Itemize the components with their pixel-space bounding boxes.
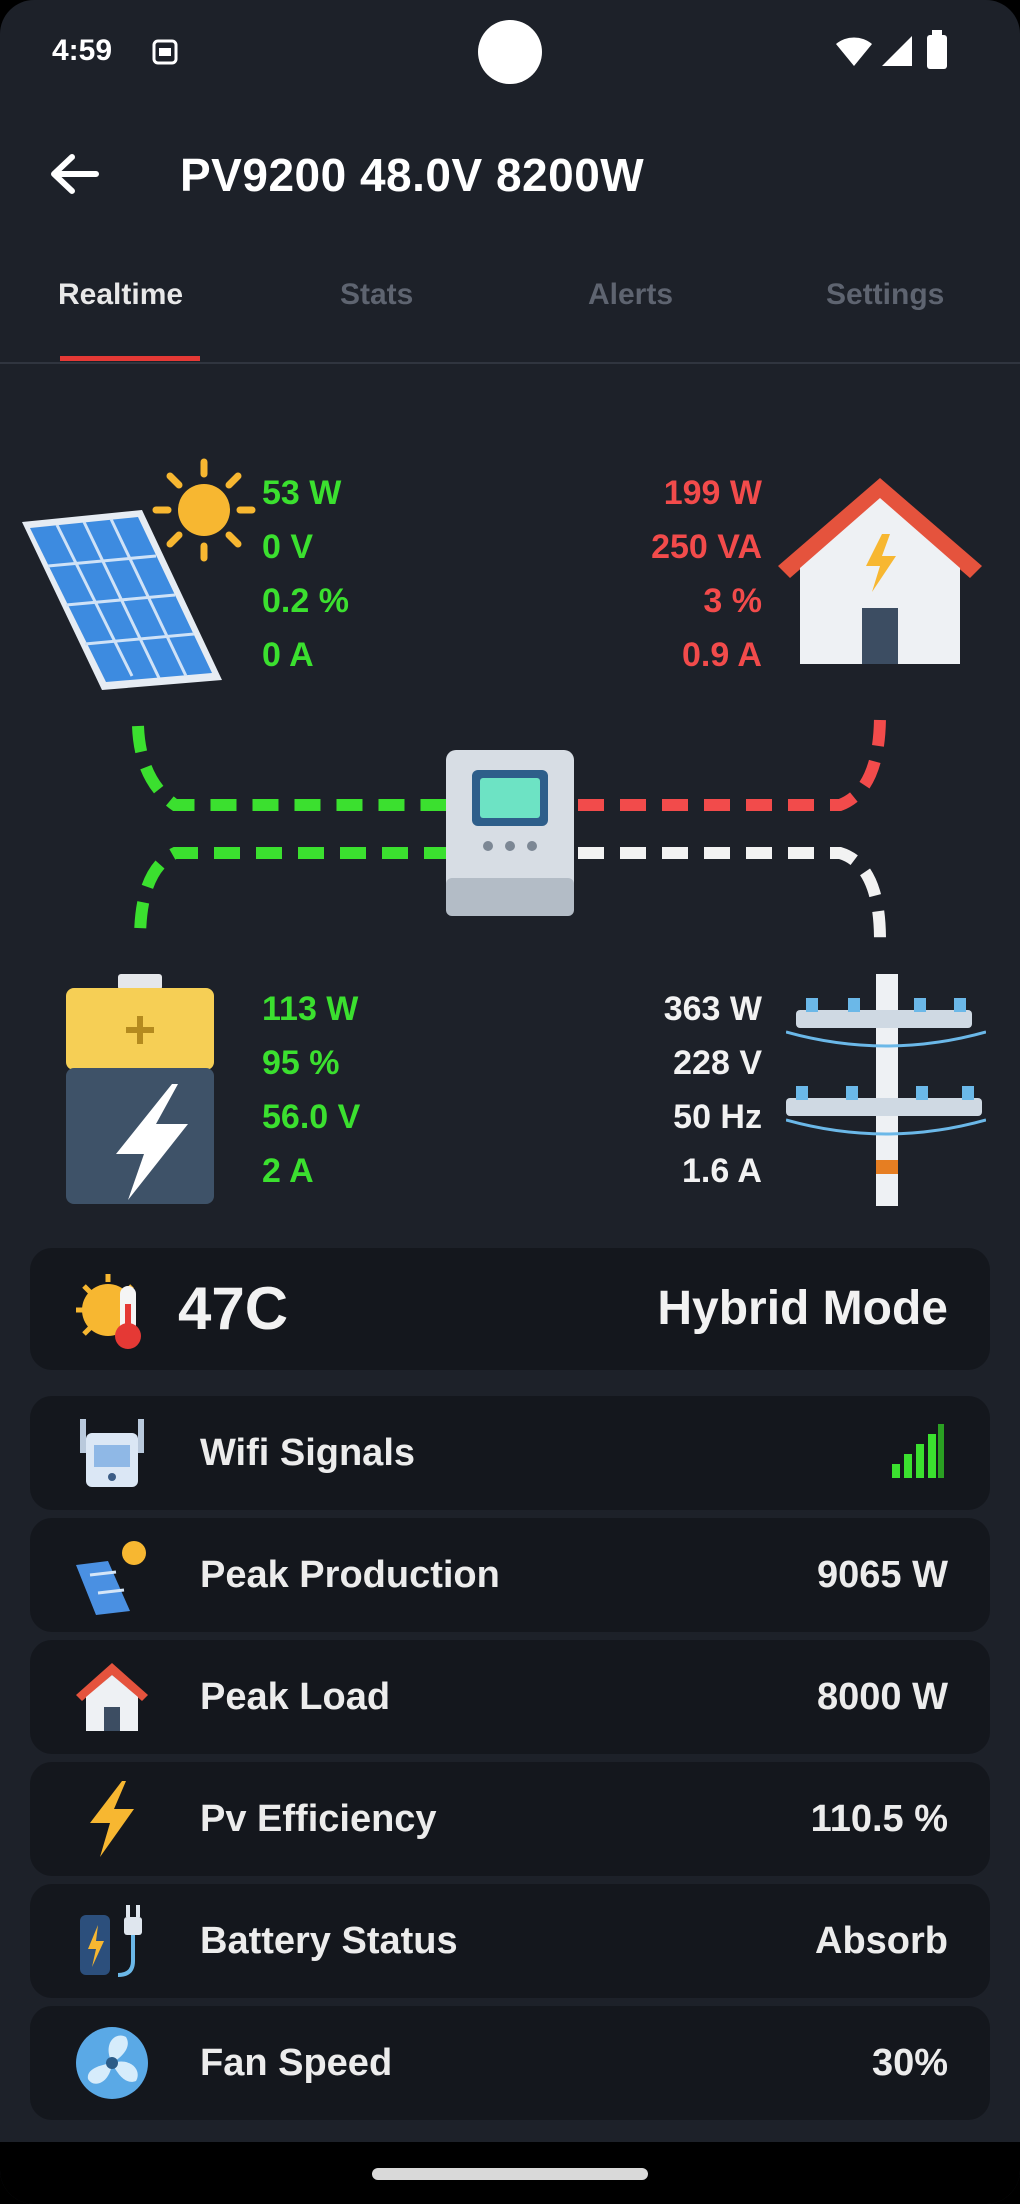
battery-metrics: 113 W 95 % 56.0 V 2 A [262, 982, 360, 1198]
info-row-peak-production[interactable]: Peak Production 9065 W [30, 1518, 990, 1632]
load-current: 0.9 A [681, 636, 762, 674]
info-row-battery-status[interactable]: Battery Status Absorb [30, 1884, 990, 1998]
info-row-fan-speed[interactable]: Fan Speed 30% [30, 2006, 990, 2120]
battery-plug-icon [80, 1905, 142, 1977]
battery-percent: 95 % [262, 1044, 340, 1082]
info-label: Battery Status [200, 1920, 458, 1962]
temperature-icon [76, 1274, 141, 1349]
solar-current: 0 A [262, 636, 314, 674]
battery-charging-icon [66, 974, 214, 1204]
load-apparent-power: 250 VA [651, 528, 762, 566]
summary-card: 47C Hybrid Mode [30, 1248, 990, 1370]
inverter-icon[interactable] [444, 748, 576, 918]
grid-metrics: 363 W 228 V 50 Hz 1.6 A [664, 982, 762, 1198]
solar-metrics: 53 W 0 V 0.2 % 0 A [262, 466, 349, 682]
grid-current: 1.6 A [681, 1152, 762, 1190]
home-indicator[interactable] [372, 2168, 648, 2180]
info-row-pv-efficiency[interactable]: Pv Efficiency 110.5 % [30, 1762, 990, 1876]
info-label: Peak Production [200, 1554, 500, 1596]
info-value: 8000 W [817, 1676, 948, 1718]
lightning-bolt-icon [90, 1781, 134, 1857]
solar-power: 53 W [262, 474, 342, 512]
load-metrics: 199 W 250 VA 3 % 0.9 A [651, 466, 762, 682]
info-value: 110.5 % [810, 1798, 948, 1840]
info-label: Wifi Signals [200, 1432, 416, 1474]
info-value: 30% [871, 2042, 948, 2084]
info-label: Pv Efficiency [200, 1798, 437, 1840]
grid-frequency: 50 Hz [673, 1098, 762, 1136]
solar-percent: 0.2 % [262, 582, 349, 620]
house-icon [76, 1663, 148, 1731]
fan-icon [76, 2027, 148, 2099]
info-row-peak-load[interactable]: Peak Load 8000 W [30, 1640, 990, 1754]
info-value: Absorb [815, 1920, 948, 1962]
solar-voltage: 0 V [262, 528, 314, 566]
wifi-router-icon [80, 1419, 144, 1487]
signal-strength-icon [892, 1424, 944, 1478]
battery-power: 113 W [262, 990, 359, 1028]
sun-icon [152, 458, 256, 562]
grid-power: 363 W [663, 990, 762, 1028]
info-value: 9065 W [817, 1554, 948, 1596]
solar-panel-icon [76, 1541, 146, 1615]
info-label: Fan Speed [200, 2042, 393, 2084]
grid-voltage: 228 V [673, 1044, 762, 1082]
inverter-mode: Hybrid Mode [657, 1282, 948, 1335]
load-power: 199 W [663, 474, 762, 512]
info-row-wifi[interactable]: Wifi Signals [30, 1396, 990, 1510]
house-icon [778, 478, 982, 664]
power-pole-icon [786, 974, 986, 1206]
battery-current: 2 A [262, 1152, 314, 1190]
info-label: Peak Load [200, 1676, 391, 1718]
battery-voltage: 56.0 V [262, 1098, 361, 1136]
app-screen: 4:59 PV9200 48.0V 8200W Realtime Stats A… [0, 0, 1020, 2204]
temperature-value: 47C [178, 1275, 289, 1342]
load-percent: 3 % [703, 582, 762, 620]
